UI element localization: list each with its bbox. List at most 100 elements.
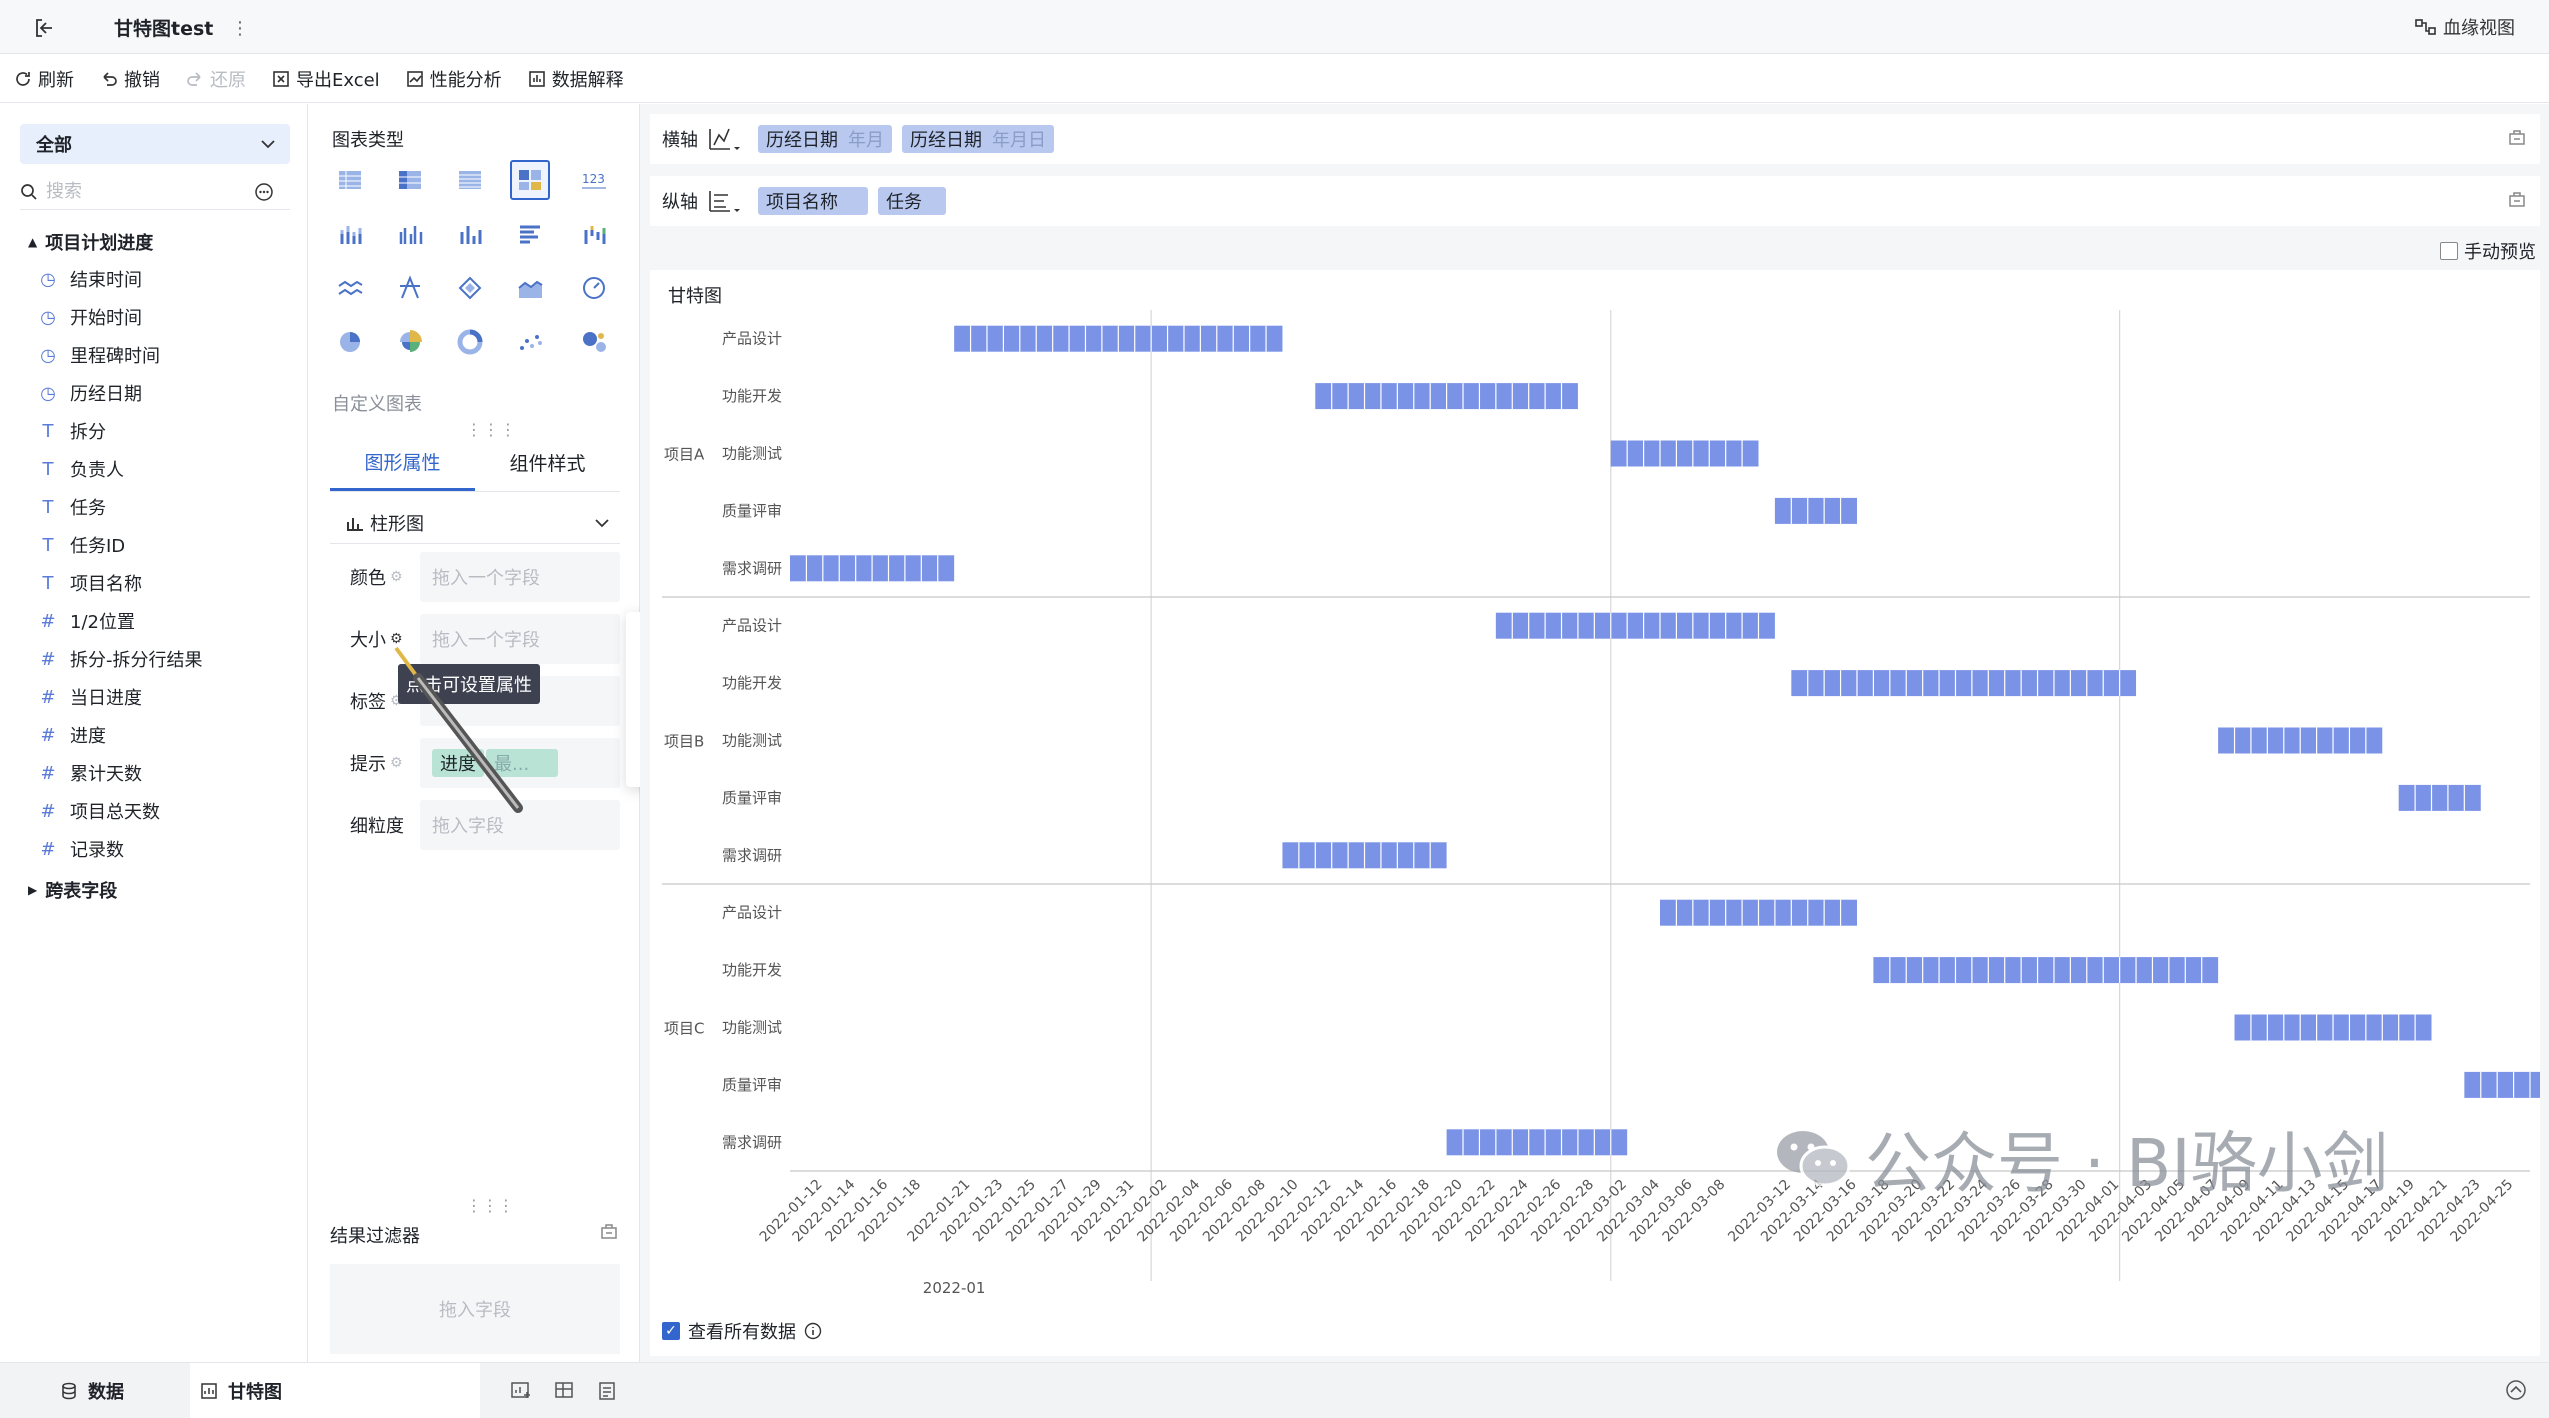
field-item-label: 拆分-拆分行结果 (70, 650, 203, 671)
field-tree: ▲ 项目计划进度 ◷ 结束时间 ◷ 开始时间 ◷ 里程碑时间 ◷ 历经日期 T 拆分 T 负责人 T 任务… (28, 224, 298, 908)
waterfall-icon[interactable] (574, 214, 614, 254)
field-item[interactable]: # 项目总天数 (28, 792, 298, 830)
shelf-settings-icon[interactable] (2508, 190, 2526, 208)
exit-icon[interactable] (30, 14, 58, 42)
data-explain-button[interactable]: 数据解释 (528, 66, 624, 92)
horizontal-bar-icon[interactable] (510, 214, 550, 254)
table-chart-icon[interactable] (330, 160, 370, 200)
field-item[interactable]: T 负责人 (28, 450, 298, 488)
shape-type-select[interactable]: 柱形图 (330, 502, 620, 544)
grip-icon[interactable]: ⋮⋮⋮ (466, 1196, 514, 1215)
crosstab-chart-icon[interactable] (390, 160, 430, 200)
x-axis-field-pill[interactable]: 历经日期 年月日 (902, 125, 1054, 153)
kpi-number-icon[interactable]: 123 (574, 160, 614, 200)
y-axis-field-pill[interactable]: 项目名称 (758, 187, 868, 215)
x-axis-field-pill[interactable]: 历经日期 年月 (758, 125, 892, 153)
gantt-bar[interactable] (1873, 957, 2219, 984)
lineage-label: 血缘视图 (2443, 18, 2515, 39)
field-item[interactable]: T 项目名称 (28, 564, 298, 602)
gantt-bar[interactable] (1446, 1129, 1628, 1156)
bubble-chart-icon[interactable] (574, 322, 614, 362)
field-item[interactable]: ◷ 开始时间 (28, 298, 298, 336)
field-item[interactable]: T 拆分 (28, 412, 298, 450)
pill-field-name: 历经日期 (910, 130, 982, 151)
map-chart-icon[interactable] (450, 268, 490, 308)
field-item[interactable]: # 累计天数 (28, 754, 298, 792)
search-icon (20, 183, 38, 201)
shelf-settings-icon[interactable] (2508, 128, 2526, 146)
line-chart-icon[interactable] (330, 268, 370, 308)
gear-icon[interactable]: ⚙ (390, 569, 403, 585)
axis-settings-icon[interactable] (706, 125, 740, 153)
rose-chart-icon[interactable] (390, 322, 430, 362)
gantt-bar[interactable] (2464, 1071, 2540, 1098)
axis-settings-icon[interactable] (706, 187, 740, 215)
redo-button[interactable]: 还原 (186, 66, 246, 92)
stacked-bar-icon[interactable] (330, 214, 370, 254)
more-options-icon[interactable] (254, 182, 274, 202)
performance-analysis-button[interactable]: 性能分析 (406, 66, 502, 92)
dataset-select[interactable]: 全部 (20, 124, 290, 164)
collapse-up-icon[interactable] (2505, 1379, 2527, 1401)
area-chart-icon[interactable] (510, 268, 550, 308)
view-all-data-toggle[interactable]: ✓ 查看所有数据 (662, 1318, 822, 1344)
watermark: 公众号 · BI骆小剑 (1775, 1110, 2389, 1206)
svg-text:123: 123 (582, 172, 605, 186)
field-item-label: 任务 (70, 498, 106, 519)
scatter-chart-icon[interactable] (510, 322, 550, 362)
info-icon[interactable] (804, 1322, 822, 1340)
tab-component-style[interactable]: 组件样式 (475, 434, 620, 491)
donut-chart-icon[interactable] (450, 322, 490, 362)
custom-table-icon[interactable] (510, 160, 550, 200)
bar-chart-icon[interactable] (450, 214, 490, 254)
more-vertical-icon[interactable]: ⋮ (230, 14, 250, 42)
pill-field-name: 任务 (886, 192, 922, 213)
tree-group-cross-table[interactable]: ▶ 跨表字段 (28, 872, 298, 908)
tab-shape-properties[interactable]: 图形属性 (330, 434, 475, 491)
field-item[interactable]: ◷ 里程碑时间 (28, 336, 298, 374)
view-all-checkbox[interactable]: ✓ (662, 1322, 680, 1340)
refresh-button[interactable]: 刷新 (14, 66, 74, 92)
detail-table-icon[interactable] (450, 160, 490, 200)
chevron-down-icon (594, 518, 610, 528)
field-item[interactable]: ◷ 结束时间 (28, 260, 298, 298)
gantt-bar[interactable] (2398, 784, 2481, 811)
field-item[interactable]: # 当日进度 (28, 678, 298, 716)
field-item[interactable]: # 记录数 (28, 830, 298, 868)
field-item-label: 进度 (70, 726, 106, 747)
add-report-icon[interactable] (598, 1381, 618, 1401)
grouped-bar-icon[interactable] (390, 214, 430, 254)
lineage-view-button[interactable]: 血缘视图 (2415, 12, 2515, 42)
result-filter-drop-zone[interactable]: 拖入字段 (330, 1264, 620, 1354)
custom-chart-label: 自定义图表 (332, 394, 422, 415)
field-item[interactable]: T 任务 (28, 488, 298, 526)
gantt-bar[interactable] (1495, 612, 1775, 639)
gantt-bar[interactable] (1774, 497, 1857, 524)
gantt-bar[interactable] (1791, 670, 2137, 697)
tab-gantt[interactable]: 甘特图 (190, 1363, 480, 1418)
view-all-label: 查看所有数据 (688, 1322, 796, 1343)
field-item[interactable]: # 拆分-拆分行结果 (28, 640, 298, 678)
gauge-chart-icon[interactable] (574, 268, 614, 308)
tree-group-project-plan[interactable]: ▲ 项目计划进度 (28, 224, 298, 260)
field-item[interactable]: ◷ 历经日期 (28, 374, 298, 412)
radar-chart-icon[interactable] (390, 268, 430, 308)
manual-preview-checkbox[interactable] (2440, 242, 2458, 260)
search-input[interactable] (46, 181, 246, 202)
field-item[interactable]: # 进度 (28, 716, 298, 754)
add-component-icon[interactable] (510, 1381, 530, 1401)
number-field-icon: # (40, 648, 56, 670)
export-excel-button[interactable]: 导出Excel (272, 66, 380, 92)
pie-chart-icon[interactable] (330, 322, 370, 362)
y-axis-field-pill[interactable]: 任务 (878, 187, 946, 215)
tab-data[interactable]: 数据 (60, 1363, 124, 1418)
undo-button[interactable]: 撤销 (100, 66, 160, 92)
filter-settings-icon[interactable] (600, 1222, 618, 1240)
field-item[interactable]: T 任务ID (28, 526, 298, 564)
gantt-bar[interactable] (1610, 440, 1759, 467)
field-item[interactable]: #1/2位置 (28, 602, 298, 640)
add-dashboard-icon[interactable] (554, 1381, 574, 1401)
manual-preview-toggle[interactable]: 手动预览 (2440, 238, 2536, 264)
color-drop-zone[interactable]: 拖入一个字段 (420, 552, 620, 602)
chart-editor-area: 横轴 历经日期 年月 历经日期 年月日 纵轴 项目名称 任务 手动预览 甘特图 项目A 产… (640, 104, 2549, 1362)
